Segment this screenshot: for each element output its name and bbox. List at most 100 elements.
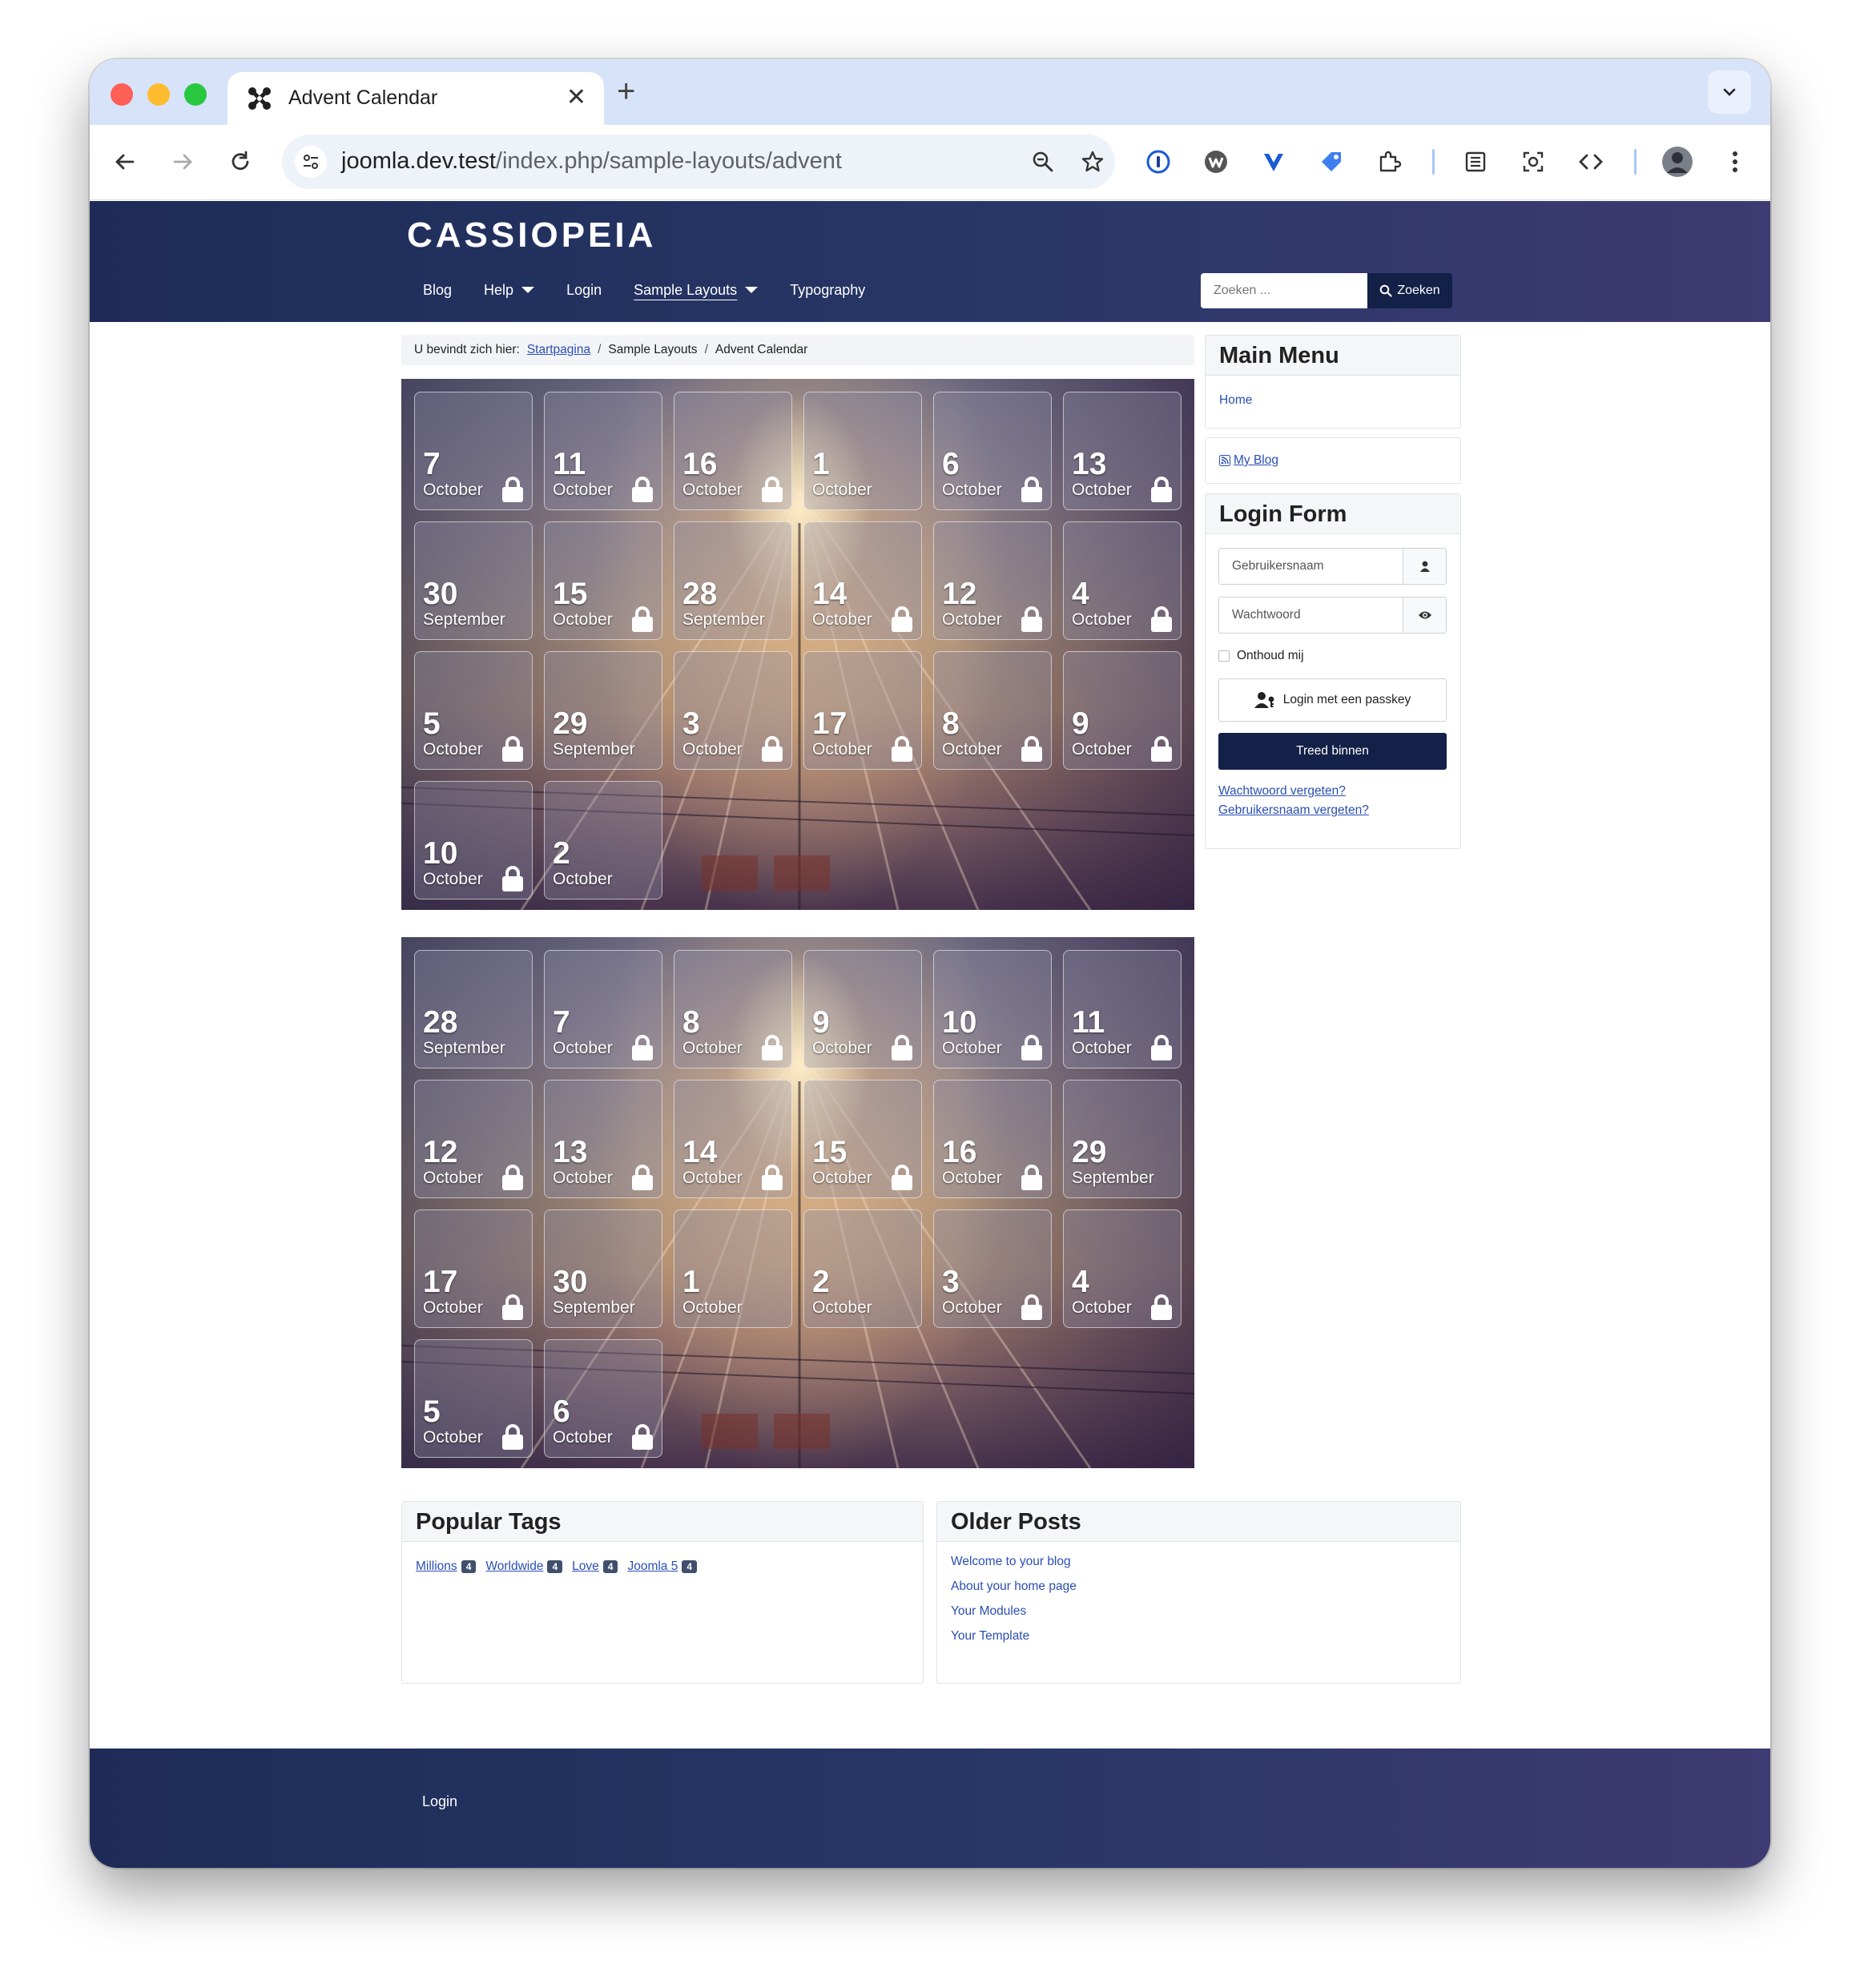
advent-door[interactable]: 10 October — [933, 950, 1052, 1068]
tag-extension-icon[interactable] — [1314, 144, 1349, 179]
advent-door[interactable]: 12 October — [414, 1080, 533, 1198]
nav-item-blog[interactable]: Blog — [407, 278, 468, 302]
show-password-eye-icon[interactable] — [1403, 598, 1446, 633]
search-button[interactable]: Zoeken — [1367, 273, 1452, 308]
advent-door[interactable]: 2 October — [544, 781, 662, 899]
advent-door[interactable]: 7 October — [544, 950, 662, 1068]
advent-door[interactable]: 16 October — [933, 1080, 1052, 1198]
url-path: /index.php/sample-layouts/advent — [495, 148, 842, 174]
nav-item-label: Help — [484, 282, 514, 298]
password-manager-extension-icon[interactable] — [1141, 144, 1176, 179]
advent-door[interactable]: 14 October — [803, 521, 922, 640]
devtools-code-icon[interactable] — [1573, 144, 1608, 179]
lock-icon — [892, 736, 912, 762]
advent-door[interactable]: 17 October — [803, 651, 922, 770]
passkey-login-button[interactable]: Login met een passkey — [1218, 678, 1447, 722]
advent-door[interactable]: 8 October — [933, 651, 1052, 770]
profile-avatar[interactable] — [1660, 144, 1695, 179]
older-post-link[interactable]: Your Template — [951, 1629, 1029, 1644]
nav-item-typography[interactable]: Typography — [774, 278, 881, 302]
advent-door[interactable]: 28 September — [674, 521, 792, 640]
forward-button[interactable] — [165, 144, 200, 179]
advent-door[interactable]: 11 October — [1063, 950, 1182, 1068]
advent-door[interactable]: 5 October — [414, 1339, 533, 1458]
wappalyzer-extension-icon[interactable] — [1198, 144, 1234, 179]
older-post-link[interactable]: About your home page — [951, 1580, 1077, 1594]
advent-door[interactable]: 9 October — [1063, 651, 1182, 770]
reload-button[interactable] — [223, 144, 258, 179]
advent-door[interactable]: 6 October — [933, 392, 1052, 510]
advent-door[interactable]: 29 September — [544, 651, 662, 770]
lock-icon — [762, 1165, 783, 1190]
search-icon — [1380, 284, 1392, 297]
username-field[interactable]: Gebruikersnaam — [1218, 548, 1447, 585]
password-field[interactable]: Wachtwoord — [1218, 597, 1447, 634]
advent-door[interactable]: 3 October — [933, 1209, 1052, 1328]
advent-door[interactable]: 14 October — [674, 1080, 792, 1198]
nav-item-sample-layouts[interactable]: Sample Layouts — [618, 278, 774, 302]
nav-item-login[interactable]: Login — [550, 278, 618, 302]
door-day-number: 16 — [942, 1135, 977, 1169]
advent-door[interactable]: 29 September — [1063, 1080, 1182, 1198]
older-post-link[interactable]: Your Modules — [951, 1604, 1026, 1619]
advent-door[interactable]: 9 October — [803, 950, 922, 1068]
main-menu-home-link[interactable]: Home — [1219, 393, 1252, 407]
advent-door[interactable]: 8 October — [674, 950, 792, 1068]
forgot-username-link[interactable]: Gebruikersnaam vergeten? — [1218, 803, 1369, 817]
back-button[interactable] — [107, 144, 143, 179]
nav-item-help[interactable]: Help — [468, 278, 550, 302]
site-brand[interactable]: CASSIOPEIA — [407, 215, 656, 256]
site-settings-icon[interactable] — [295, 146, 327, 178]
browser-menu-icon[interactable] — [1717, 144, 1753, 179]
close-window-button[interactable] — [111, 83, 133, 106]
my-blog-link[interactable]: My Blog — [1234, 453, 1278, 468]
advent-door[interactable]: 4 October — [1063, 1209, 1182, 1328]
maximize-window-button[interactable] — [184, 83, 207, 106]
tag-link[interactable]: Worldwide — [485, 1559, 543, 1574]
screenshot-icon[interactable] — [1516, 144, 1551, 179]
advent-door[interactable]: 1 October — [674, 1209, 792, 1328]
advent-door[interactable]: 13 October — [544, 1080, 662, 1198]
vue-devtools-extension-icon[interactable] — [1256, 144, 1291, 179]
tab-search-button[interactable] — [1708, 70, 1751, 114]
main-menu-title: Main Menu — [1206, 336, 1460, 376]
advent-door[interactable]: 5 October — [414, 651, 533, 770]
tab-close-icon[interactable]: ✕ — [566, 83, 586, 112]
remember-me-checkbox[interactable] — [1218, 650, 1230, 662]
advent-door[interactable]: 28 September — [414, 950, 533, 1068]
minimize-window-button[interactable] — [147, 83, 170, 106]
advent-door[interactable]: 3 October — [674, 651, 792, 770]
address-bar[interactable]: joomla.dev.test/index.php/sample-layouts… — [282, 135, 1115, 189]
bookmark-star-icon[interactable] — [1075, 144, 1110, 179]
advent-door[interactable]: 11 October — [544, 392, 662, 510]
login-submit-button[interactable]: Treed binnen — [1218, 733, 1447, 770]
advent-door[interactable]: 4 October — [1063, 521, 1182, 640]
advent-door[interactable]: 1 October — [803, 392, 922, 510]
advent-door[interactable]: 2 October — [803, 1209, 922, 1328]
tag-count-badge: 4 — [547, 1560, 563, 1573]
tag-link[interactable]: Millions — [416, 1559, 457, 1574]
footer-login-link[interactable]: Login — [422, 1793, 457, 1810]
zoom-icon[interactable] — [1025, 144, 1061, 179]
advent-door[interactable]: 15 October — [544, 521, 662, 640]
advent-door[interactable]: 10 October — [414, 781, 533, 899]
advent-door[interactable]: 6 October — [544, 1339, 662, 1458]
tag-link[interactable]: Joomla 5 — [627, 1559, 678, 1574]
new-tab-button[interactable]: + — [617, 75, 635, 107]
advent-door[interactable]: 13 October — [1063, 392, 1182, 510]
active-tab[interactable]: Advent Calendar ✕ — [227, 72, 604, 125]
advent-door[interactable]: 16 October — [674, 392, 792, 510]
advent-door[interactable]: 30 September — [544, 1209, 662, 1328]
advent-door[interactable]: 12 October — [933, 521, 1052, 640]
advent-door[interactable]: 7 October — [414, 392, 533, 510]
advent-door[interactable]: 15 October — [803, 1080, 922, 1198]
extensions-puzzle-icon[interactable] — [1371, 144, 1407, 179]
reading-list-icon[interactable] — [1458, 144, 1493, 179]
tag-link[interactable]: Love — [572, 1559, 599, 1574]
older-post-link[interactable]: Welcome to your blog — [951, 1555, 1071, 1569]
advent-door[interactable]: 30 September — [414, 521, 533, 640]
search-input[interactable] — [1201, 273, 1367, 308]
breadcrumb-home-link[interactable]: Startpagina — [527, 343, 590, 357]
advent-door[interactable]: 17 October — [414, 1209, 533, 1328]
forgot-password-link[interactable]: Wachtwoord vergeten? — [1218, 784, 1346, 798]
